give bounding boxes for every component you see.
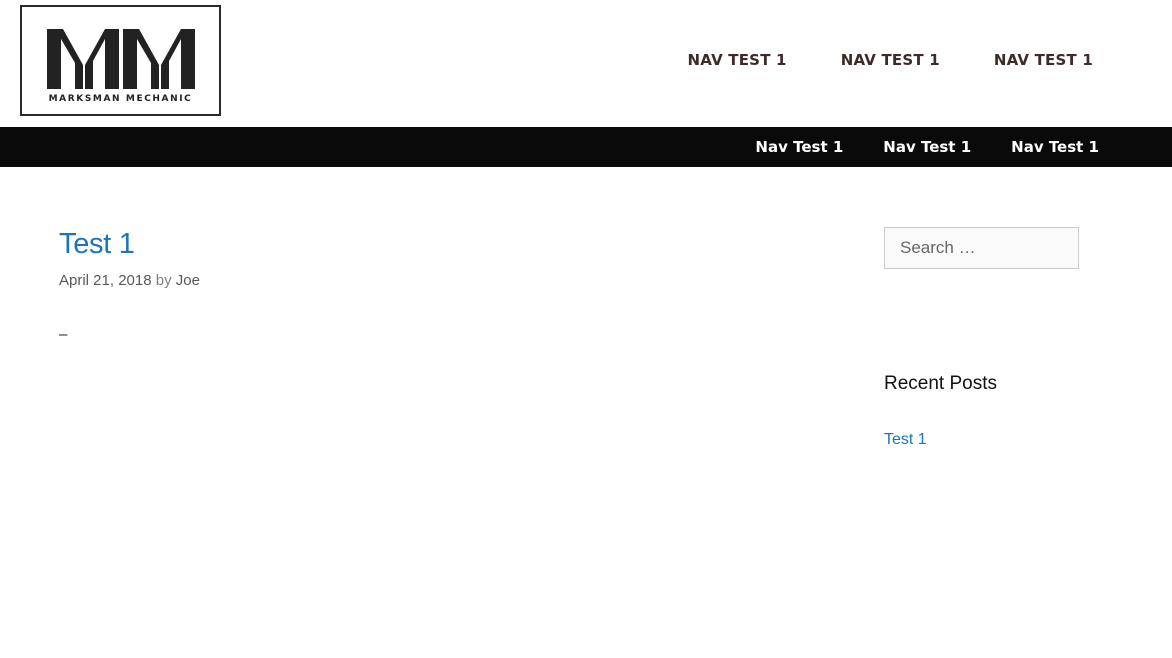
primary-nav: NAV TEST 1 NAV TEST 1 NAV TEST 1 [661,50,1120,70]
recent-post-link[interactable]: Test 1 [884,431,927,449]
post-author[interactable]: Joe [176,272,200,289]
site-logo[interactable]: MARKSMAN MECHANIC [20,5,221,116]
recent-posts-title: Recent Posts [884,373,997,394]
secondary-nav-item-3[interactable]: Nav Test 1 [991,127,1119,167]
secondary-nav-item-1[interactable]: Nav Test 1 [735,127,863,167]
secondary-nav-items: Nav Test 1 Nav Test 1 Nav Test 1 [735,127,1119,167]
site-header: MARKSMAN MECHANIC NAV TEST 1 NAV TEST 1 … [0,0,1172,127]
post-date[interactable]: April 21, 2018 [59,272,152,289]
post-by-label: by [155,272,172,289]
mm-logo-mark-icon [47,29,195,89]
post-body: – [59,326,68,343]
logo-text: MARKSMAN MECHANIC [48,94,193,104]
secondary-nav-bar: Nav Test 1 Nav Test 1 Nav Test 1 [0,127,1172,167]
primary-nav-item-2[interactable]: NAV TEST 1 [814,50,967,70]
search-box [884,227,1079,269]
post-title-link[interactable]: Test 1 [59,228,135,261]
secondary-nav-item-2[interactable]: Nav Test 1 [863,127,991,167]
primary-nav-item-3[interactable]: NAV TEST 1 [967,50,1120,70]
primary-nav-item-1[interactable]: NAV TEST 1 [661,50,814,70]
post-meta: April 21, 2018 by Joe [59,272,200,289]
search-input[interactable] [885,228,1078,268]
